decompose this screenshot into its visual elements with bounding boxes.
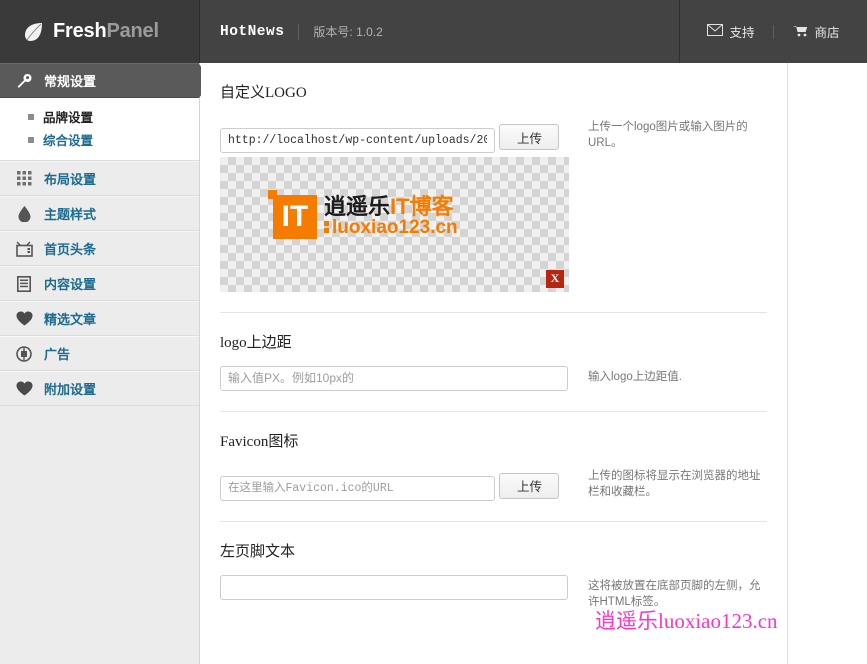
sidebar-subitem-brand-settings[interactable]: 品牌设置 (0, 105, 199, 128)
store-label: 商店 (814, 26, 840, 40)
sidebar-item-featured-articles[interactable]: 精选文章 (0, 301, 199, 336)
top-divider (298, 23, 300, 40)
sidebar-subnav: 品牌设置 综合设置 (0, 98, 199, 161)
field-controls (220, 575, 568, 600)
envelope-icon (707, 24, 729, 39)
remove-logo-button[interactable]: X (546, 269, 564, 288)
logo-upload-button[interactable]: 上传 (499, 124, 560, 150)
section-title: logo上边距 (220, 334, 292, 351)
field-help-text: 输入logo上边距值. (588, 370, 682, 383)
sidebar-item-label: 常规设置 (44, 74, 97, 89)
field-controls: 上传 (220, 116, 568, 153)
logo-domain: luoxiao123.cn (332, 216, 458, 238)
support-link[interactable]: 支持 (707, 22, 755, 41)
sidebar-subitem-label: 综合设置 (43, 134, 94, 148)
sidebar-item-additional-settings[interactable]: 附加设置 (0, 371, 199, 406)
sidebar-item-content-settings[interactable]: 内容设置 (0, 266, 199, 301)
sidebar-item-label: 首页头条 (44, 242, 97, 257)
section-title: 左页脚文本 (220, 544, 296, 560)
field-controls: 上传 (220, 465, 568, 501)
field-help-text: 这将被放置在底部页脚的左侧，允许HTML标签。 (588, 580, 761, 608)
main-content: 自定义LOGO 上传 上传一个logo图片或输入图片的URL。 IT 逍遥乐IT… (201, 63, 787, 664)
sidebar-item-theme-style[interactable]: 主题样式 (0, 196, 199, 231)
bullet-icon (28, 136, 34, 143)
droplet-icon (14, 205, 34, 222)
top-bar: FreshPanel HotNews 版本号: 1.0.2 支持 商店 (0, 0, 867, 63)
section-custom-logo: 自定义LOGO 上传 上传一个logo图片或输入图片的URL。 IT 逍遥乐IT… (201, 63, 787, 292)
logo-cn-part1: 逍遥乐 (324, 193, 391, 219)
top-right-divider (772, 24, 774, 39)
coin-icon (14, 345, 34, 362)
sidebar-item-general-settings[interactable]: 常规设置 (0, 63, 212, 98)
heart-icon (14, 381, 34, 396)
logo-cn-part2: IT博客 (390, 193, 454, 219)
sidebar-item-label: 广告 (44, 347, 71, 362)
version-label: 版本号: 1.0.2 (313, 25, 383, 39)
list-icon (14, 275, 34, 292)
sidebar-item-label: 附加设置 (44, 382, 97, 397)
sidebar-item-layout-settings[interactable]: 布局设置 (0, 161, 199, 196)
logo-mark: IT (268, 189, 317, 239)
sidebar-item-label: 主题样式 (44, 207, 97, 222)
field-row: 这将被放置在底部页脚的左侧，允许HTML标签。 (220, 575, 767, 610)
logo-url-input[interactable] (220, 127, 495, 153)
section-logo-margin: logo上边距 输入logo上边距值. (201, 313, 787, 391)
left-footer-text-input[interactable] (220, 575, 568, 600)
store-link[interactable]: 商店 (792, 22, 840, 41)
sidebar-item-label: 精选文章 (44, 312, 97, 327)
brand-title: FreshPanel (53, 20, 159, 43)
logo-url-text: luoxiao123.cn (324, 216, 458, 238)
field-row: 上传 上传一个logo图片或输入图片的URL。 (220, 116, 767, 153)
field-help-text: 上传的图标将显示在浏览器的地址栏和收藏栏。 (588, 469, 761, 498)
field-help-text: 上传一个logo图片或输入图片的URL。 (588, 121, 748, 149)
dots-icon (324, 220, 329, 235)
sidebar-subitem-general-settings[interactable]: 综合设置 (0, 128, 199, 151)
logo-preview-wrapper: IT 逍遥乐IT博客 luoxiao123.cn X (220, 156, 569, 292)
app-name: HotNews (220, 23, 285, 40)
right-rail (787, 63, 867, 664)
field-row: 上传 上传的图标将显示在浏览器的地址栏和收藏栏。 (220, 465, 767, 501)
section-title: 自定义LOGO (220, 85, 307, 101)
field-row: 输入logo上边距值. (220, 365, 767, 391)
sidebar-item-label: 布局设置 (44, 172, 97, 187)
sidebar: 常规设置 品牌设置 综合设置 布局设置 主题样式 首页头条 内容设置 精选文章 … (0, 63, 212, 664)
sidebar-item-advertising[interactable]: 广告 (0, 336, 199, 371)
logo-text-block: 逍遥乐IT博客 luoxiao123.cn (324, 195, 458, 238)
brand-word-2: Panel (106, 20, 159, 42)
favicon-upload-button[interactable]: 上传 (499, 472, 560, 499)
logo-margin-input[interactable] (220, 365, 568, 391)
admin-panel-root: FreshPanel HotNews 版本号: 1.0.2 支持 商店 常规设置… (0, 0, 867, 664)
section-left-footer-text: 左页脚文本 这将被放置在底部页脚的左侧，允许HTML标签。 (201, 522, 787, 610)
logo-chinese-text: 逍遥乐IT博客 (324, 195, 458, 218)
bullet-icon (28, 113, 34, 120)
section-title: Favicon图标 (220, 433, 299, 450)
cart-icon (792, 24, 815, 40)
top-bar-right: 支持 商店 (680, 0, 867, 63)
wrench-icon (14, 73, 34, 89)
logo-artwork: IT 逍遥乐IT博客 luoxiao123.cn (268, 189, 458, 239)
top-bar-middle: HotNews 版本号: 1.0.2 (200, 0, 680, 63)
logo-preview: IT 逍遥乐IT博客 luoxiao123.cn X (220, 156, 569, 292)
sidebar-item-home-headline[interactable]: 首页头条 (0, 231, 199, 266)
brand-logo[interactable]: FreshPanel (0, 0, 200, 63)
grid-icon (14, 171, 34, 186)
field-controls (220, 365, 568, 391)
brand-word-1: Fresh (53, 20, 107, 42)
sidebar-subitem-label: 品牌设置 (43, 111, 94, 125)
leaf-icon (22, 21, 44, 43)
heart-icon (14, 311, 34, 326)
sidebar-item-label: 内容设置 (44, 277, 97, 292)
support-label: 支持 (729, 26, 755, 40)
tv-icon (14, 241, 34, 257)
section-favicon: Favicon图标 上传 上传的图标将显示在浏览器的地址栏和收藏栏。 (201, 412, 787, 501)
favicon-url-input[interactable] (220, 476, 495, 501)
